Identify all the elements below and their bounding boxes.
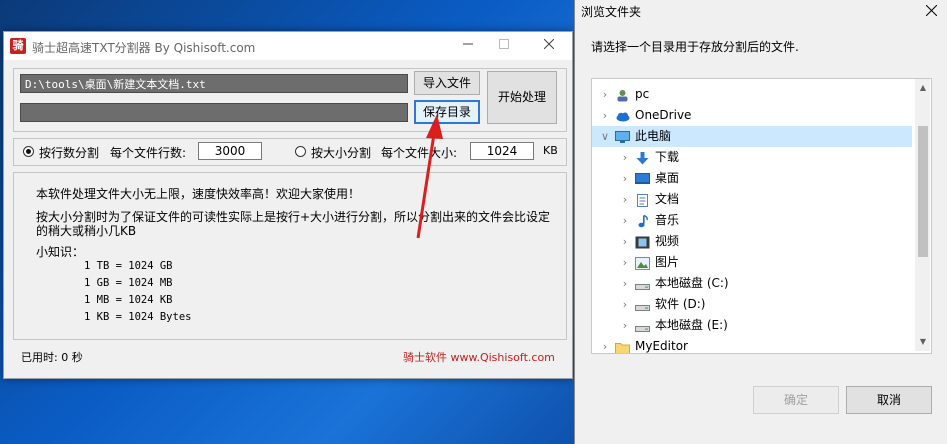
tree-item[interactable]: › OneDrive (592, 105, 912, 126)
chevron-right-icon[interactable]: › (619, 189, 631, 210)
tree-item[interactable]: › 文档 (592, 189, 912, 210)
tip-line: 1 TB = 1024 GB (84, 260, 173, 272)
chevron-right-icon[interactable]: › (599, 105, 611, 126)
tree-item-label: 视频 (655, 234, 680, 248)
size-unit-label: KB (543, 144, 558, 157)
drive-icon (635, 319, 650, 332)
tree-item-label: 图片 (655, 255, 680, 269)
tree-item-label: 软件 (D:) (655, 297, 706, 311)
chevron-down-icon[interactable]: ∨ (599, 126, 611, 147)
file-path-input[interactable]: D:\tools\桌面\新建文本文档.txt (20, 74, 408, 93)
size-per-file-input[interactable]: 1024 (470, 142, 534, 160)
chevron-right-icon[interactable]: › (619, 210, 631, 231)
drive-icon (635, 277, 650, 290)
drive-icon (635, 298, 650, 311)
chevron-right-icon[interactable]: › (619, 147, 631, 168)
tree-item[interactable]: › pc (592, 84, 912, 105)
file-group: D:\tools\桌面\新建文本文档.txt 导入文件 保存目录 开始处理 (13, 68, 567, 132)
tip-line: 1 MB = 1024 KB (84, 294, 173, 306)
tree-item-label: 此电脑 (635, 129, 672, 143)
maximize-button[interactable] (486, 32, 522, 60)
download-icon (635, 151, 650, 165)
split-by-lines-label: 按行数分割 (39, 146, 100, 160)
tree-item-label: 本地磁盘 (E:) (655, 318, 728, 332)
tip-line: 1 GB = 1024 MB (84, 277, 173, 289)
tree-item[interactable]: › 视频 (592, 231, 912, 252)
app-logo-icon: 骑 (10, 38, 26, 54)
tree-item[interactable]: › 软件 (D:) (592, 294, 912, 315)
elapsed-time: 已用时: 0 秒 (21, 351, 83, 364)
chevron-right-icon[interactable]: › (619, 273, 631, 294)
tree-item-label: pc (635, 87, 650, 101)
close-icon (543, 38, 555, 50)
dialog-title: 浏览文件夹 (581, 5, 642, 19)
browse-folder-dialog: 浏览文件夹 请选择一个目录用于存放分割后的文件. › pc › OneDrive ∨ 此电… (574, 0, 947, 444)
cancel-button[interactable]: 取消 (846, 386, 932, 414)
lines-per-file-label: 每个文件行数: (110, 146, 187, 160)
status-bar: 已用时: 0 秒 骑士软件 www.Qishisoft.com (13, 344, 565, 370)
brand-link[interactable]: 骑士软件 www.Qishisoft.com (403, 349, 555, 365)
info-text-3: 的稍大或稍小几KB (36, 224, 137, 238)
close-button[interactable] (531, 32, 567, 60)
tree-item[interactable]: › MyEditor (592, 336, 912, 353)
dialog-close-button[interactable] (915, 0, 947, 22)
tips-title: 小知识： (36, 245, 85, 259)
tree-item[interactable]: › 图片 (592, 252, 912, 273)
picture-icon (635, 256, 650, 270)
video-icon (635, 235, 650, 249)
info-panel: 本软件处理文件大小无上限，速度快效率高！欢迎大家使用！ 按大小分割时为了保证文件… (13, 172, 567, 340)
desktop-icon (635, 172, 650, 185)
title-bar: 骑 骑士超高速TXT分割器 By Qishisoft.com (4, 32, 572, 60)
scrollbar-thumb[interactable] (918, 126, 928, 257)
split-by-size-label: 按大小分割 (311, 146, 372, 160)
tree-item-label: 本地磁盘 (C:) (655, 276, 729, 290)
minimize-icon (463, 43, 473, 45)
folder-tree[interactable]: › pc › OneDrive ∨ 此电脑 › 下载 › 桌面 › 文档 › 音乐 › 视频 › 图片 › 本地磁盘 … (591, 78, 932, 354)
output-dir-input[interactable] (20, 103, 408, 122)
lines-per-file-input[interactable]: 3000 (198, 142, 262, 160)
maximize-icon (499, 39, 509, 49)
tree-item[interactable]: ∨ 此电脑 (592, 126, 912, 147)
onedrive-icon (615, 109, 630, 122)
folder-icon (615, 340, 630, 353)
tree-item[interactable]: › 音乐 (592, 210, 912, 231)
chevron-right-icon[interactable]: › (619, 252, 631, 273)
chevron-right-icon[interactable]: › (619, 315, 631, 336)
scroll-down-icon[interactable]: ▼ (918, 337, 928, 346)
split-mode-group: 按行数分割 每个文件行数: 3000 按大小分割 每个文件大小: 1024 KB (13, 138, 567, 166)
annotation-arrow-icon (416, 114, 443, 239)
window-title: 骑士超高速TXT分割器 By Qishisoft.com (32, 41, 256, 55)
info-text-1: 本软件处理文件大小无上限，速度快效率高！欢迎大家使用！ (36, 187, 361, 201)
split-by-size-radio[interactable] (295, 146, 306, 157)
computer-icon (615, 130, 630, 143)
dialog-prompt: 请选择一个目录用于存放分割后的文件. (591, 40, 799, 54)
tree-item-label: 音乐 (655, 213, 680, 227)
minimize-button[interactable] (450, 32, 486, 60)
document-icon (635, 193, 650, 207)
tree-item[interactable]: › 本地磁盘 (C:) (592, 273, 912, 294)
tree-item[interactable]: › 桌面 (592, 168, 912, 189)
import-file-button[interactable]: 导入文件 (414, 71, 480, 95)
tree-item-label: MyEditor (635, 339, 688, 353)
tip-line: 1 KB = 1024 Bytes (84, 311, 192, 323)
ok-button[interactable]: 确定 (753, 386, 839, 414)
splitter-window: 骑 骑士超高速TXT分割器 By Qishisoft.com D:\tools\… (3, 31, 573, 379)
tree-item-label: 桌面 (655, 171, 680, 185)
chevron-right-icon[interactable]: › (599, 336, 611, 353)
close-icon (925, 4, 938, 17)
scroll-up-icon[interactable]: ▲ (918, 83, 928, 92)
music-icon (635, 214, 650, 228)
tree-item[interactable]: › 本地磁盘 (E:) (592, 315, 912, 336)
chevron-right-icon[interactable]: › (619, 231, 631, 252)
tree-item-label: 下载 (655, 150, 680, 164)
tree-item-label: 文档 (655, 192, 680, 206)
chevron-right-icon[interactable]: › (619, 168, 631, 189)
tree-item[interactable]: › 下载 (592, 147, 912, 168)
start-button[interactable]: 开始处理 (487, 71, 557, 124)
tree-item-label: OneDrive (635, 108, 692, 122)
chevron-right-icon[interactable]: › (599, 84, 611, 105)
split-by-lines-radio[interactable] (23, 146, 34, 157)
user-icon (615, 88, 630, 102)
chevron-right-icon[interactable]: › (619, 294, 631, 315)
